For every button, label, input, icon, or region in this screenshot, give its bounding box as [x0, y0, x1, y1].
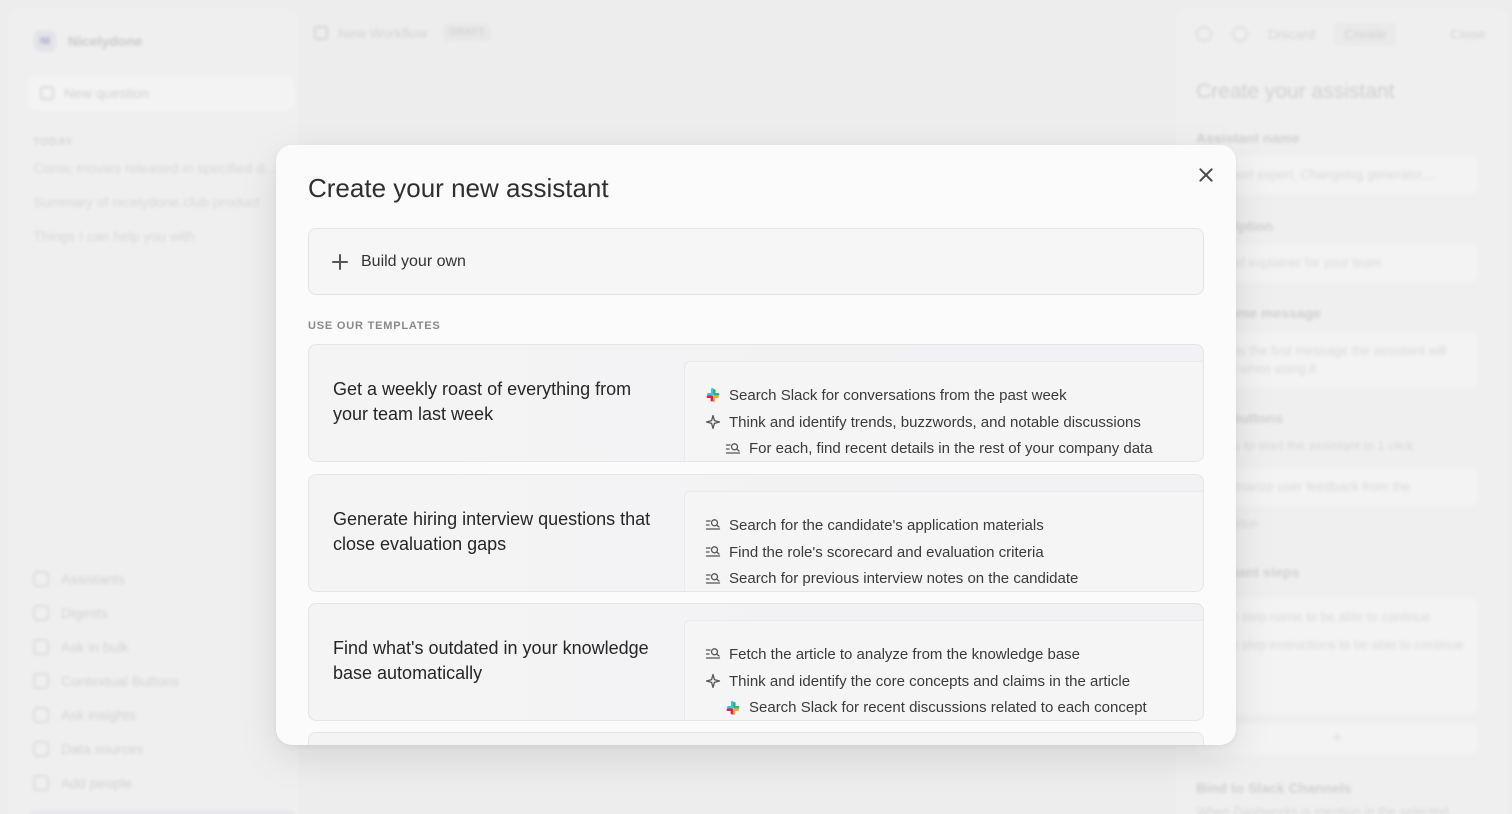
- step-text: For each, find recent details in the res…: [749, 440, 1153, 458]
- modal-title: Create your new assistant: [308, 173, 609, 203]
- step-text: Think and identify trends, buzzwords, an…: [729, 413, 1141, 431]
- template-step: Search Slack for recent discussions rela…: [705, 694, 1203, 720]
- template-steps: Fetch the article to analyze from the kn…: [684, 620, 1203, 720]
- templates-section-label: USE OUR TEMPLATES: [308, 320, 441, 332]
- template-card[interactable]: Generate hiring interview questions that…: [308, 474, 1204, 592]
- template-step: Search for previous interview notes on t…: [705, 565, 1203, 591]
- search-list-icon: [705, 544, 721, 560]
- template-title: Get a weekly roast of everything from yo…: [333, 379, 632, 424]
- template-title: Find what's outdated in your knowledge b…: [333, 638, 649, 683]
- template-title: Generate hiring interview questions that…: [333, 509, 651, 554]
- plus-icon: [331, 253, 349, 271]
- slack-icon: [705, 387, 721, 403]
- create-assistant-modal: Create your new assistant Build your own…: [276, 145, 1236, 745]
- close-icon[interactable]: [1196, 165, 1216, 185]
- step-text: Search Slack for conversations from the …: [729, 386, 1067, 404]
- step-text: Find the role's scorecard and evaluation…: [729, 543, 1044, 561]
- search-list-icon: [725, 441, 741, 457]
- template-card[interactable]: [308, 732, 1204, 745]
- step-text: Search for previous interview notes on t…: [729, 570, 1079, 588]
- template-step: Fetch the article to analyze from the kn…: [705, 641, 1203, 668]
- search-list-icon: [705, 517, 721, 533]
- template-card[interactable]: Find what's outdated in your knowledge b…: [308, 603, 1204, 721]
- step-text: Think and identify the core concepts and…: [729, 672, 1131, 690]
- step-text: Search for the candidate's application m…: [729, 516, 1044, 534]
- template-step: Find the role's scorecard and evaluation…: [705, 539, 1203, 566]
- step-text: Fetch the article to analyze from the kn…: [729, 645, 1081, 663]
- template-steps: Search for the candidate's application m…: [684, 491, 1203, 591]
- step-text: Search Slack for recent discussions rela…: [749, 699, 1147, 717]
- template-step: Search for the candidate's application m…: [705, 512, 1203, 539]
- slack-icon: [725, 700, 741, 716]
- build-your-own-label: Build your own: [361, 252, 466, 270]
- sparkle-icon: [705, 673, 721, 689]
- template-steps: Search Slack for conversations from the …: [684, 361, 1203, 461]
- build-your-own-button[interactable]: Build your own: [308, 228, 1204, 295]
- template-step: Think and identify trends, buzzwords, an…: [705, 409, 1203, 436]
- sparkle-icon: [705, 414, 721, 430]
- template-step: Search Slack for conversations from the …: [705, 382, 1203, 409]
- template-card[interactable]: Get a weekly roast of everything from yo…: [308, 344, 1204, 462]
- search-list-icon: [705, 571, 721, 587]
- search-list-icon: [705, 646, 721, 662]
- template-step: Think and identify the core concepts and…: [705, 668, 1203, 695]
- template-step: For each, find recent details in the res…: [705, 435, 1203, 461]
